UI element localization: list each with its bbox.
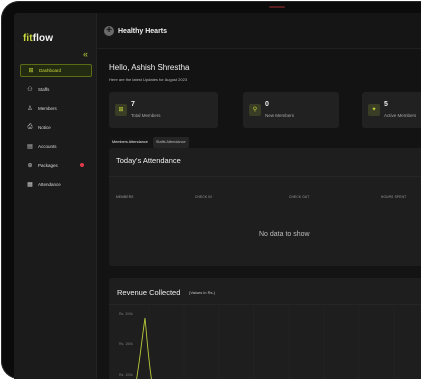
sidebar-item-notice[interactable]: ⎙ Notice: [20, 121, 92, 134]
stat-card[interactable]: ⊞ 7 Total Members: [109, 92, 218, 128]
camera-indicator: [269, 6, 285, 8]
sidebar-item-label: Members: [38, 106, 57, 111]
dashboard-icon: ⊞: [28, 68, 34, 74]
accounts-icon: ▤: [27, 144, 33, 150]
attendance-card: Today's Attendance MEMBERS CHECK IN CHEC…: [109, 148, 421, 266]
stat-card[interactable]: ⚲ 0 New Members: [243, 92, 339, 128]
sidebar-item-dashboard[interactable]: ⊞ Dashboard: [20, 64, 92, 77]
tab-staffs-attendance[interactable]: Staffs Attendance: [152, 137, 189, 148]
stat-value: 5: [384, 101, 388, 108]
tab-members-attendance[interactable]: Members Attendance: [109, 137, 151, 148]
new-member-icon: ⚲: [249, 104, 261, 116]
collapse-sidebar-icon[interactable]: «: [83, 49, 88, 59]
sidebar-item-accounts[interactable]: ▤ Accounts: [20, 140, 92, 153]
attendance-title: Today's Attendance: [116, 156, 181, 165]
column-check-out[interactable]: CHECK OUT: [289, 195, 310, 199]
sidebar-nav: ⊞ Dashboard ⚇ Staffs ♙ Members ⎙ Notice ▤ Account…: [20, 64, 92, 197]
staffs-icon: ⚇: [27, 87, 33, 93]
app-screen: fitflow « ⊞ Dashboard ⚇ Staffs ♙ Members ⎙ Noti…: [14, 13, 421, 379]
sidebar-item-label: Accounts: [38, 144, 57, 149]
stat-value: 7: [131, 101, 135, 108]
stat-value: 0: [265, 101, 269, 108]
gym-logo-icon: ✚: [104, 26, 114, 36]
logo-fit: fit: [23, 33, 33, 44]
sidebar-item-label: Attendance: [38, 182, 61, 187]
column-members[interactable]: MEMBERS: [116, 195, 134, 199]
stat-label: Active Members: [384, 113, 417, 118]
greeting-subtitle: Here are the latest Updates for August 2…: [109, 77, 188, 82]
packages-icon: ⊛: [27, 163, 33, 169]
greeting-title: Hello, Ashish Shrestha: [109, 63, 190, 72]
sidebar-item-attendance[interactable]: ▦ Attendance: [20, 178, 92, 191]
active-member-icon: ✦: [368, 104, 380, 116]
gym-name: Healthy Hearts: [118, 28, 168, 35]
stat-label: Total Members: [131, 113, 161, 118]
sidebar: fitflow « ⊞ Dashboard ⚇ Staffs ♙ Members ⎙ Noti…: [14, 13, 97, 379]
logo-flow: flow: [32, 33, 54, 44]
members-icon: ♙: [27, 106, 33, 112]
sidebar-item-label: Staffs: [38, 87, 50, 92]
sidebar-item-label: Notice: [38, 125, 51, 130]
stat-label: New Members: [265, 113, 295, 118]
attendance-icon: ▦: [27, 182, 33, 188]
stat-card[interactable]: ✦ 5 Active Members: [362, 92, 421, 128]
main-content: ✚ Healthy Hearts Hello, Ashish Shrestha …: [97, 13, 421, 379]
column-hours-spent[interactable]: HOURS SPENT: [381, 195, 406, 199]
empty-state: No data to show: [259, 231, 310, 238]
sidebar-item-members[interactable]: ♙ Members: [20, 102, 92, 115]
sidebar-item-label: Packages: [38, 163, 58, 168]
attendance-table-header: [109, 176, 421, 194]
app-logo[interactable]: fitflow: [23, 33, 53, 44]
alert-dot-icon: [80, 163, 84, 167]
sidebar-item-staffs[interactable]: ⚇ Staffs: [20, 83, 92, 96]
dumbbell-icon: ⊞: [115, 104, 127, 116]
sidebar-item-label: Dashboard: [39, 68, 62, 73]
notice-icon: ⎙: [27, 124, 33, 130]
chart-gridlines: [148, 306, 395, 379]
sidebar-item-packages[interactable]: ⊛ Packages: [20, 159, 92, 172]
attendance-tabs: Members Attendance Staffs Attendance: [109, 137, 191, 148]
revenue-chart: [136, 306, 395, 379]
revenue-card: Revenue Collected (Values in Rs.) Rs. 20…: [109, 278, 421, 379]
laptop-frame: fitflow « ⊞ Dashboard ⚇ Staffs ♙ Members ⎙ Noti…: [1, 1, 421, 379]
column-check-in[interactable]: CHECK IN: [195, 195, 212, 199]
top-bar: ✚ Healthy Hearts: [97, 13, 421, 49]
revenue-series-line: [136, 317, 152, 379]
